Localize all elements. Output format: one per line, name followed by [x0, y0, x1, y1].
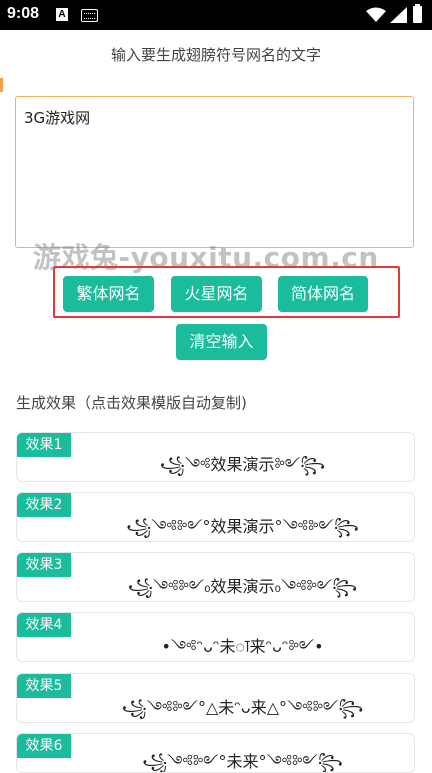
- wifi-icon: [366, 7, 386, 22]
- results-section-title: 生成效果（点击效果模版自动复制): [16, 394, 247, 412]
- clear-input-button[interactable]: 清空输入: [176, 324, 267, 360]
- traditional-name-button[interactable]: 繁体网名: [63, 276, 154, 312]
- result-badge: 效果5: [17, 674, 71, 698]
- keyboard-icon: [81, 9, 98, 22]
- simplified-name-button[interactable]: 简体网名: [278, 276, 368, 312]
- edge-indicator: [0, 78, 3, 92]
- result-card[interactable]: 效果6 ꧁༺༻°未来°༺༻꧂: [16, 733, 415, 773]
- result-text: ꧁༺༻°△未ᵔᴗ来△°༺༻꧂: [121, 698, 364, 717]
- result-card[interactable]: 效果1 ꧁༺效果演示༻꧂: [16, 432, 415, 482]
- result-text: ꧁༺༻₀效果演示₀༺༻꧂: [127, 577, 358, 596]
- martian-name-button[interactable]: 火星网名: [171, 276, 262, 312]
- result-text: ꧁༺༻°效果演示°༺༻꧂: [126, 517, 359, 536]
- result-badge: 效果3: [17, 553, 71, 577]
- result-badge: 效果2: [17, 493, 71, 517]
- status-bar: 9:08 A: [0, 0, 432, 30]
- input-prompt: 输入要生成翅膀符号网名的文字: [110, 46, 321, 64]
- battery-icon: [413, 4, 422, 23]
- result-card[interactable]: 效果4 •༺ᵔᴗᵔ未ꠣ来ᵔᴗᵔ༻•: [16, 612, 415, 662]
- status-time: 9:08: [7, 5, 40, 22]
- notification-a-icon: A: [56, 8, 68, 21]
- result-card[interactable]: 效果2 ꧁༺༻°效果演示°༺༻꧂: [16, 492, 415, 542]
- signal-icon: [390, 7, 407, 23]
- result-text: •༺ᵔᴗᵔ未ꠣ来ᵔᴗᵔ༻•: [161, 637, 324, 656]
- result-badge: 效果1: [17, 433, 71, 457]
- result-card[interactable]: 效果5 ꧁༺༻°△未ᵔᴗ来△°༺༻꧂: [16, 673, 415, 723]
- result-badge: 效果6: [17, 734, 71, 758]
- name-input[interactable]: 3G游戏网: [15, 96, 414, 248]
- result-card[interactable]: 效果3 ꧁༺༻₀效果演示₀༺༻꧂: [16, 552, 415, 602]
- result-badge: 效果4: [17, 613, 71, 637]
- result-text: ꧁༺效果演示༻꧂: [159, 455, 326, 474]
